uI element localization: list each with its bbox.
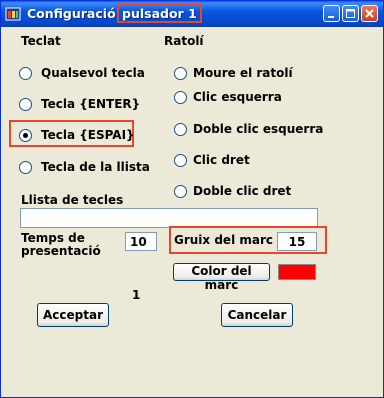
app-icon — [5, 7, 21, 21]
radio-label-clic-esquerra[interactable]: Clic esquerra — [193, 90, 282, 104]
radio-label-doble-clic-dret[interactable]: Doble clic dret — [193, 184, 291, 198]
close-button[interactable] — [361, 5, 378, 22]
maximize-button[interactable] — [342, 5, 359, 22]
radio-clic-dret[interactable] — [174, 154, 187, 167]
window-title: Configuració pulsador 1 — [27, 4, 202, 23]
radio-moure-ratoli[interactable] — [174, 67, 187, 80]
radio-label-qualsevol-tecla[interactable]: Qualsevol tecla — [41, 66, 145, 80]
radio-tecla-enter[interactable] — [19, 98, 32, 111]
maximize-icon — [346, 9, 355, 18]
title-bar[interactable]: Configuració pulsador 1 — [1, 1, 383, 27]
title-highlight: pulsador 1 — [117, 4, 202, 23]
radio-label-tecla-enter[interactable]: Tecla {ENTER} — [41, 97, 140, 111]
radio-doble-clic-esquerra[interactable] — [174, 123, 187, 136]
radio-tecla-llista[interactable] — [19, 161, 32, 174]
radio-label-moure-ratoli[interactable]: Moure el ratolí — [193, 66, 293, 80]
counter-label: 1 — [132, 288, 141, 302]
minimize-icon — [328, 16, 334, 18]
llista-tecles-input[interactable] — [20, 208, 318, 228]
teclat-heading: Teclat — [21, 34, 61, 48]
close-icon — [365, 9, 374, 18]
radio-label-doble-clic-esquerra[interactable]: Doble clic esquerra — [193, 122, 323, 136]
accept-button[interactable]: Acceptar — [37, 303, 109, 327]
gruix-input[interactable] — [277, 232, 317, 251]
ratoli-heading: Ratolí — [164, 34, 204, 48]
temps-label: Temps de presentació — [21, 232, 101, 258]
temps-label-line1: Temps de — [21, 231, 85, 245]
temps-input[interactable] — [125, 232, 157, 251]
radio-clic-esquerra[interactable] — [174, 91, 187, 104]
llista-label: Llista de tecles — [21, 193, 124, 207]
title-prefix: Configuració — [27, 6, 121, 21]
minimize-button[interactable] — [323, 5, 340, 22]
radio-qualsevol-tecla[interactable] — [19, 67, 32, 80]
temps-label-line2: presentació — [21, 244, 101, 258]
dialog-window: Configuració pulsador 1 Teclat Qualsevol… — [0, 0, 384, 398]
radio-tecla-espai[interactable] — [19, 129, 32, 142]
gruix-label: Gruix del marc — [174, 233, 273, 247]
color-swatch — [278, 264, 316, 280]
radio-doble-clic-dret[interactable] — [174, 185, 187, 198]
radio-label-tecla-espai[interactable]: Tecla {ESPAI} — [41, 128, 135, 142]
radio-label-clic-dret[interactable]: Clic dret — [193, 153, 250, 167]
radio-label-tecla-llista[interactable]: Tecla de la llista — [41, 160, 150, 174]
color-marc-button[interactable]: Color del marc — [173, 263, 270, 292]
cancel-button[interactable]: Cancelar — [221, 303, 293, 327]
